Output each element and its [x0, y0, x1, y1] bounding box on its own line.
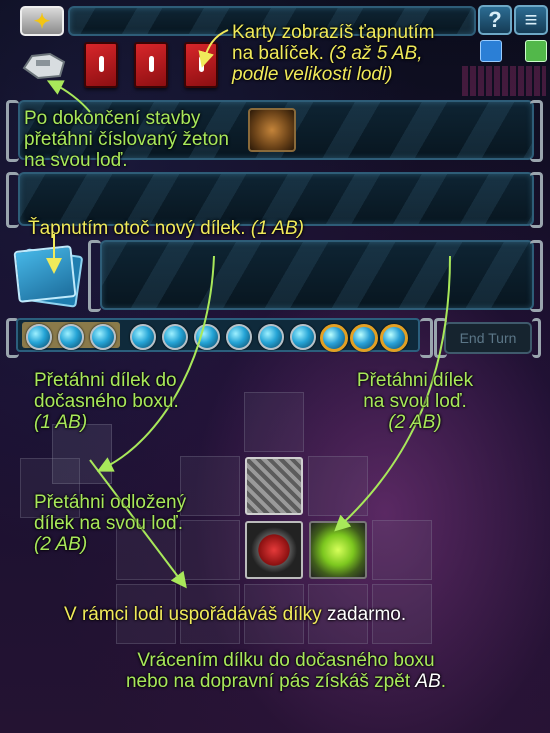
action-bead [26, 324, 52, 350]
hint-return: Vrácením dílku do dočasného boxu nebo na… [76, 650, 496, 692]
action-bead [226, 324, 252, 350]
hint-finish-line1: Po dokončení stavby [24, 108, 201, 129]
hint-return-line1: Vrácením dílku do dočasného boxu [137, 650, 435, 671]
hint-flip-cost: (1 AB) [250, 218, 304, 239]
ship-slot[interactable] [308, 456, 368, 516]
action-bead-gold [380, 324, 408, 352]
action-bead [194, 324, 220, 350]
hint-drag-box-line2: dočasného boxu. [34, 391, 179, 412]
action-bead [58, 324, 84, 350]
action-bead [162, 324, 188, 350]
action-bead [130, 324, 156, 350]
hint-drag-stored-line3: (2 AB) [34, 534, 88, 555]
hint-cards-line2: na balíček. (3 až 5 AB, [232, 43, 423, 64]
mini-grid [462, 66, 546, 96]
card-deck-2[interactable] [134, 42, 168, 88]
hint-drag-ship-line3: (2 AB) [388, 412, 442, 433]
hint-cards: Karty zobrazíš ťapnutím na balíček. (3 a… [232, 22, 472, 85]
track-bracket-right [420, 318, 433, 358]
hint-drag-box-line1: Přetáhni dílek do [34, 370, 177, 391]
temp-box-slot-2[interactable] [52, 424, 112, 484]
hint-drag-box: Přetáhni dílek do dočasného boxu. (1 AB) [34, 370, 234, 433]
panel-bracket-right [530, 100, 543, 162]
hint-flip-text: Ťapnutím otoč nový dílek. [28, 218, 246, 239]
shield-tile[interactable] [309, 521, 367, 579]
hint-drag-stored-line2: dílek na svou loď. [34, 513, 183, 534]
hint-drag-stored: Přetáhni odložený dílek na svou loď. (2 … [34, 492, 264, 555]
hint-cards-line1: Karty zobrazíš ťapnutím [232, 22, 435, 43]
ship-token-icon[interactable] [20, 50, 68, 80]
hint-drag-ship-line1: Přetáhni dílek [356, 370, 474, 391]
endturn-bracket-right [532, 318, 541, 358]
hint-finish-line2: přetáhni číslovaný žeton [24, 129, 229, 150]
player-icon-green[interactable] [525, 40, 547, 62]
hint-finish-line3: na svou loď. [24, 150, 128, 171]
rocket-icon: ✦ [33, 11, 51, 33]
back-button[interactable]: ✦ [20, 6, 64, 36]
player-icon-blue[interactable] [480, 40, 502, 62]
hint-drag-stored-line1: Přetáhni odložený [34, 492, 187, 513]
ship-slot[interactable] [372, 520, 432, 580]
panel2-bracket-right [530, 172, 543, 228]
action-bead [90, 324, 116, 350]
action-bead [290, 324, 316, 350]
question-icon: ? [488, 7, 502, 32]
hint-arrange: V rámci lodi uspořádáváš dílky zadarmo. [64, 604, 534, 625]
ship-slot[interactable] [244, 392, 304, 452]
hint-flip: Ťapnutím otoč nový dílek. (1 AB) [28, 218, 448, 239]
hint-return-line2: nebo na dopravní pás získáš zpět AB. [125, 671, 447, 692]
help-button[interactable]: ? [478, 5, 512, 35]
hint-drag-box-line3: (1 AB) [34, 412, 88, 433]
hint-drag-ship: Přetáhni dílek na svou loď. (2 AB) [330, 370, 500, 433]
action-bead-gold [320, 324, 348, 352]
action-bead [258, 324, 284, 350]
hint-arrange-text: V rámci lodi uspořádáváš dílky [64, 604, 322, 625]
card-deck-3[interactable] [184, 42, 218, 88]
action-bead-gold [350, 324, 378, 352]
card-deck-1[interactable] [84, 42, 118, 88]
conveyor-bracket-right [530, 240, 543, 312]
hint-cards-line3: podle velikosti lodi) [232, 64, 393, 85]
hint-arrange-free: zadarmo. [326, 604, 407, 625]
hint-finish: Po dokončení stavby přetáhni číslovaný ž… [24, 108, 274, 171]
facedown-tile-pile[interactable] [13, 245, 84, 308]
menu-button[interactable]: ≡ [514, 5, 548, 35]
end-turn-button[interactable]: End Turn [444, 322, 532, 354]
menu-icon: ≡ [524, 7, 538, 32]
hint-drag-ship-line2: na svou loď. [363, 391, 467, 412]
conveyor-panel [100, 240, 534, 310]
